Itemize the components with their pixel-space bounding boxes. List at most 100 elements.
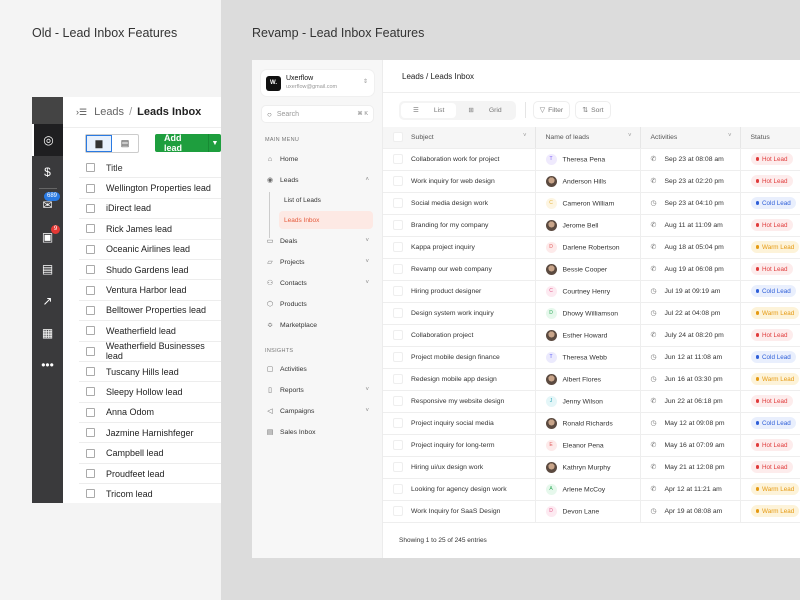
breadcrumb-leads-link[interactable]: Leads: [94, 106, 124, 118]
row-checkbox[interactable]: [86, 183, 95, 193]
inbox-view-button[interactable]: ▆: [86, 134, 112, 152]
collapse-menu-icon[interactable]: ›☰: [76, 107, 87, 118]
rail-item-contact-card[interactable]: ▤: [32, 253, 63, 285]
row-checkbox[interactable]: [393, 154, 403, 164]
lead-title[interactable]: Tricom lead: [106, 489, 153, 499]
table-row[interactable]: Branding for my company Jerome Bell ✆ Aug 1…: [383, 214, 800, 237]
row-checkbox[interactable]: [393, 308, 403, 318]
lead-title[interactable]: Oceanic Airlines lead: [106, 244, 190, 254]
lead-title[interactable]: Anna Odom: [106, 407, 154, 417]
sidebar-search-input[interactable]: ○ Search ⌘ K: [261, 105, 374, 123]
grid-view-button[interactable]: ⊞ Grid: [456, 103, 513, 118]
row-checkbox[interactable]: [86, 305, 95, 315]
list-view-button[interactable]: ☰ List: [401, 102, 457, 118]
row-checkbox[interactable]: [86, 448, 95, 458]
table-row[interactable]: Redesign mobile app design Albert Flores ◷…: [383, 368, 800, 391]
column-header-status[interactable]: Status˅: [740, 127, 800, 149]
table-row[interactable]: Collaboration project Esther Howard ✆ July …: [383, 324, 800, 347]
row-checkbox[interactable]: [86, 244, 95, 254]
row-checkbox[interactable]: [86, 326, 95, 336]
table-row[interactable]: Social media design work C Cameron William…: [383, 192, 800, 215]
list-item[interactable]: Rick James lead: [79, 219, 221, 240]
sidebar-item-deals[interactable]: ▭ Deals ˅: [265, 234, 373, 248]
lead-title[interactable]: iDirect lead: [106, 203, 151, 213]
table-row[interactable]: Revamp our web company Bessie Cooper ✆ Aug …: [383, 258, 800, 281]
rail-item-calendar[interactable]: ▣ 9: [32, 221, 63, 253]
column-header-subject[interactable]: Subject ˅: [383, 127, 536, 149]
row-checkbox[interactable]: [393, 264, 403, 274]
row-checkbox[interactable]: [86, 346, 95, 356]
lead-title[interactable]: Jazmine Harnishfeger: [106, 428, 194, 438]
list-item[interactable]: Tuscany Hills lead: [79, 362, 221, 383]
sidebar-item-home[interactable]: ⌂ Home: [265, 152, 373, 166]
row-checkbox[interactable]: [393, 330, 403, 340]
list-item[interactable]: iDirect lead: [79, 199, 221, 220]
list-item[interactable]: Wellington Properties lead: [79, 178, 221, 199]
rail-item-gift[interactable]: ▦: [32, 317, 63, 349]
rail-item-chart[interactable]: ↗: [32, 285, 63, 317]
sidebar-item-marketplace[interactable]: ≎ Marketplace: [265, 318, 373, 332]
sort-button[interactable]: ⇅ Sort: [575, 101, 611, 119]
workspace-switcher[interactable]: W. Uxerflow uxerflow@gmail.com ⇕: [261, 70, 374, 96]
row-checkbox[interactable]: [86, 407, 95, 417]
select-all-checkbox[interactable]: [86, 163, 95, 173]
row-checkbox[interactable]: [393, 374, 403, 384]
column-header-name[interactable]: Name of leads ˅: [535, 127, 641, 149]
sidebar-item-activities[interactable]: ▢ Activities: [265, 362, 373, 376]
table-row[interactable]: Work inquiry for web design Anderson Hill…: [383, 170, 800, 193]
table-row[interactable]: Kappa project inquiry D Darlene Robertson ✆…: [383, 236, 800, 259]
row-checkbox[interactable]: [393, 484, 403, 494]
table-row[interactable]: Collaboration work for project T Theresa P…: [383, 148, 800, 171]
lead-title[interactable]: Belltower Properties lead: [106, 305, 206, 315]
rail-item-target[interactable]: ◎: [32, 124, 63, 156]
select-all-checkbox[interactable]: [393, 132, 403, 143]
sidebar-item-reports[interactable]: ▯ Reports ˅: [265, 383, 373, 397]
row-checkbox[interactable]: [393, 176, 403, 186]
sidebar-item-list-of-leads[interactable]: List of Leads: [279, 191, 373, 209]
table-row[interactable]: Design system work inquiry D Dhowy William…: [383, 302, 800, 325]
row-checkbox[interactable]: [393, 396, 403, 406]
row-checkbox[interactable]: [86, 428, 95, 438]
sidebar-item-leads[interactable]: ◉ Leads ˄: [265, 173, 373, 187]
row-checkbox[interactable]: [86, 265, 95, 275]
list-item[interactable]: Ventura Harbor lead: [79, 280, 221, 301]
row-checkbox[interactable]: [86, 469, 95, 479]
row-checkbox[interactable]: [393, 220, 403, 230]
lead-title[interactable]: Weatherfield Businesses lead: [106, 341, 221, 361]
list-item[interactable]: Proudfeet lead: [79, 464, 221, 485]
filter-button[interactable]: ▽ Filter: [532, 101, 571, 119]
row-checkbox[interactable]: [393, 506, 403, 516]
lead-title[interactable]: Shudo Gardens lead: [106, 265, 189, 275]
column-header-activities[interactable]: Activities ˅: [640, 127, 741, 149]
row-checkbox[interactable]: [86, 285, 95, 295]
rail-item-more[interactable]: •••: [32, 349, 63, 381]
lead-title[interactable]: Weatherfield lead: [106, 326, 176, 336]
table-row[interactable]: Work Inquiry for SaaS Design D Devon Lane ◷…: [383, 500, 800, 523]
row-checkbox[interactable]: [86, 224, 95, 234]
add-lead-dropdown-icon[interactable]: ▼: [208, 134, 221, 152]
list-item[interactable]: Shudo Gardens lead: [79, 260, 221, 281]
lead-title[interactable]: Ventura Harbor lead: [106, 285, 187, 295]
list-item[interactable]: Weatherfield Businesses lead: [79, 341, 221, 362]
sidebar-item-sales-inbox[interactable]: ▤ Sales Inbox: [265, 425, 373, 439]
table-row[interactable]: Looking for agency design work A Arlene Mc…: [383, 478, 800, 501]
table-row[interactable]: Project inquiry social media Ronald Richa…: [383, 412, 800, 435]
lead-title[interactable]: Wellington Properties lead: [106, 183, 211, 193]
list-item[interactable]: Campbell lead: [79, 443, 221, 464]
list-item[interactable]: Weatherfield lead: [79, 321, 221, 342]
row-checkbox[interactable]: [393, 462, 403, 472]
list-item[interactable]: Jazmine Harnishfeger: [79, 423, 221, 444]
lead-title[interactable]: Rick James lead: [106, 224, 172, 234]
table-row[interactable]: Hiring product designer C Courtney Henry ◷ J…: [383, 280, 800, 303]
row-checkbox[interactable]: [86, 387, 95, 397]
rail-item-mail[interactable]: ✉ 689: [32, 189, 63, 221]
lead-title[interactable]: Proudfeet lead: [106, 469, 165, 479]
row-checkbox[interactable]: [393, 440, 403, 450]
table-row[interactable]: Hiring ui/ux design work Kathryn Murphy ✆ M…: [383, 456, 800, 479]
list-item[interactable]: Tricom lead: [79, 484, 221, 503]
row-checkbox[interactable]: [86, 203, 95, 213]
sidebar-item-contacts[interactable]: ⚇ Contacts ˅: [265, 276, 373, 290]
archive-view-button[interactable]: ▤: [112, 135, 138, 152]
add-lead-button[interactable]: Add lead ▼: [155, 133, 221, 153]
row-checkbox[interactable]: [393, 286, 403, 296]
